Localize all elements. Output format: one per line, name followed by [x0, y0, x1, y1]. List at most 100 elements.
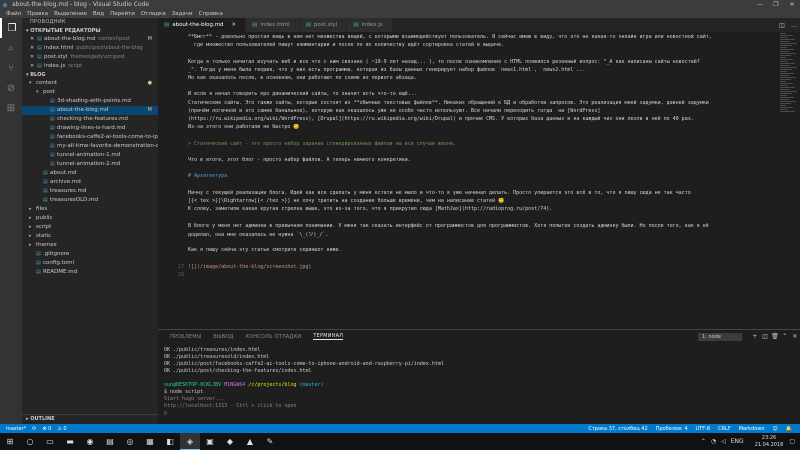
close-panel-icon[interactable]: ✕	[790, 333, 800, 340]
open-editor-item[interactable]: ✕ ▤ about-the-blog.md content\post M	[22, 35, 158, 44]
folder-item[interactable]: ▸ static	[22, 232, 158, 241]
editor-tab[interactable]: ▤ index.html	[246, 18, 300, 32]
editor-tab[interactable]: ▤ about-the-blog.md ✕	[158, 18, 247, 32]
chevron-up-icon[interactable]: ⌃	[701, 438, 706, 445]
code-line[interactable]: В блоге у меня нет админки в привычном п…	[188, 223, 778, 229]
file-item[interactable]: ▤ 3d-shading-with-points.md	[22, 97, 158, 106]
file-item[interactable]: ▤ README.md	[22, 268, 158, 277]
app-icon[interactable]: ✎	[260, 433, 280, 450]
explorer-icon[interactable]: ❐	[0, 18, 22, 38]
code-line[interactable]: Но как оказалось после, в основном, они …	[188, 75, 778, 81]
file-item[interactable]: ▤facebooks-caffe2-ai-tools-come-to-iphon…	[22, 133, 158, 142]
menu-go[interactable]: Перейти	[110, 11, 135, 17]
code-line[interactable]: (причём логичной и это самое банальное),…	[188, 108, 778, 114]
close-icon[interactable]: ✕	[30, 35, 37, 44]
close-icon[interactable]: ✕	[232, 22, 237, 28]
menu-selection[interactable]: Выделение	[54, 11, 87, 17]
code-line[interactable]: _". Тогда у меня была теория, что у них …	[188, 67, 778, 73]
volume-icon[interactable]: ◁	[721, 438, 726, 445]
source-control-icon[interactable]: ⑂	[0, 58, 22, 78]
menu-view[interactable]: Вид	[93, 11, 104, 17]
app-icon[interactable]: ◧	[160, 433, 180, 450]
folder-item[interactable]: ▾ post	[22, 88, 158, 97]
menu-tasks[interactable]: Задачи	[172, 11, 193, 17]
minimize-button[interactable]: —	[752, 1, 768, 8]
file-item[interactable]: ▤ about.md	[22, 169, 158, 178]
tab-problems[interactable]: ПРОБЛЕМЫ	[170, 334, 201, 340]
terminal-output-link[interactable]: http://localhost:1313 - Ctrl + click to …	[164, 403, 296, 409]
file-item[interactable]: ▤ drawing-lines-is-hard.md	[22, 124, 158, 133]
search-icon[interactable]: ○	[20, 433, 40, 450]
extensions-icon[interactable]: ⊞	[0, 98, 22, 118]
add-terminal-icon[interactable]: +	[750, 333, 760, 340]
code-line[interactable]: ![](/image/about-the-blog/screenshot.jpg…	[188, 264, 778, 270]
file-item[interactable]: ▤ tunnel-animation-2.md	[22, 160, 158, 169]
menu-help[interactable]: Справка	[199, 11, 223, 17]
file-item[interactable]: ▤ treasuresOLD.md	[22, 196, 158, 205]
app-icon[interactable]: ▣	[200, 433, 220, 450]
split-editor-icon[interactable]: ◫	[776, 22, 788, 29]
project-header[interactable]: ▾ BLOG	[22, 71, 158, 79]
code-line[interactable]: доделал, она мне оказалась не нужна `\_(…	[188, 231, 778, 238]
code-line[interactable]: где множество пользователей пишут коммен…	[188, 42, 778, 48]
outline-header[interactable]: ▸ OUTLINE	[22, 414, 158, 423]
notifications-icon[interactable]: 🔔	[786, 426, 792, 432]
language-mode[interactable]: Markdown	[739, 426, 765, 432]
sync-icon[interactable]: ⟳	[32, 426, 36, 432]
menu-file[interactable]: Файл	[6, 11, 21, 17]
trash-icon[interactable]: 🗑	[770, 333, 780, 340]
code-line[interactable]: (https://ru.wikipedia.org/wiki/WordPress…	[188, 116, 778, 122]
code-line[interactable]: [{< tex >}]\Rightarrow[{< /tex >}] не хо…	[188, 198, 778, 204]
warnings-count[interactable]: ⚠ 0	[57, 426, 66, 432]
network-icon[interactable]: ◔	[711, 438, 716, 445]
folder-item[interactable]: ▸ public	[22, 214, 158, 223]
menu-edit[interactable]: Правка	[27, 11, 48, 17]
maximize-button[interactable]: ❐	[768, 1, 784, 8]
code-line[interactable]: Что в итоге, этот блог - просто набор фа…	[188, 157, 778, 163]
folder-item[interactable]: ▾ content ●	[22, 79, 158, 88]
open-editor-item[interactable]: ✕ ▤ index.js script	[22, 62, 158, 71]
folder-item[interactable]: ▸ themes	[22, 241, 158, 250]
vscode-taskbar-icon[interactable]: ◈	[180, 433, 200, 450]
tab-debug-console[interactable]: КОНСОЛЬ ОТЛАДКИ	[246, 334, 302, 340]
code-line[interactable]: **Бмгг** - довольно простая вещь в нем н…	[188, 34, 778, 40]
folder-item[interactable]: ▸ files	[22, 205, 158, 214]
app-icon[interactable]: ▲	[240, 433, 260, 450]
app-icon[interactable]: ◆	[220, 433, 240, 450]
tab-terminal[interactable]: ТЕРМИНАЛ	[313, 333, 344, 340]
minimap[interactable]	[778, 32, 800, 329]
code-line[interactable]: > Статический сайт - это просто набор за…	[188, 141, 778, 147]
editor-tab[interactable]: ▤ index.js	[347, 18, 393, 32]
browser-icon[interactable]: ◉	[80, 433, 100, 450]
code-line[interactable]: И если я начал говорить про динамический…	[188, 91, 778, 97]
editor-tab[interactable]: ▤ post.styl	[299, 18, 348, 32]
folder-item[interactable]: ▸ script	[22, 223, 158, 232]
split-terminal-icon[interactable]: ◫	[760, 333, 770, 340]
tab-output[interactable]: ВЫВОД	[213, 334, 233, 340]
file-item[interactable]: ▤ config.toml	[22, 259, 158, 268]
feedback-icon[interactable]: ☺	[773, 426, 778, 432]
terminal-select[interactable]: 1: node	[698, 332, 742, 341]
debug-icon[interactable]: ⊘	[0, 78, 22, 98]
file-item[interactable]: ▤ .gitignore	[22, 250, 158, 259]
store-icon[interactable]: ▤	[100, 433, 120, 450]
open-editor-item[interactable]: ✕ ▤ index.html public\post\about-the-blog	[22, 44, 158, 53]
start-icon[interactable]: ⊞	[0, 433, 20, 450]
code-line[interactable]: Статические сайты. Это также сайты, кото…	[188, 100, 778, 106]
encoding[interactable]: UTF-8	[696, 426, 711, 432]
task-view-icon[interactable]: ▭	[40, 433, 60, 450]
file-item[interactable]: ▤ checking-the-features.md	[22, 115, 158, 124]
code-line[interactable]: Начну с текущей реализации блога. Идей к…	[188, 190, 778, 196]
chrome-icon[interactable]: ◎	[120, 433, 140, 450]
git-branch[interactable]: master*	[6, 426, 26, 432]
errors-count[interactable]: ⊗ 0	[42, 426, 51, 432]
open-editors-header[interactable]: ▾ ОТКРЫТЫЕ РЕДАКТОРЫ	[22, 27, 158, 35]
code-editor[interactable]: **Бмгг** - довольно простая вещь в нем н…	[158, 32, 800, 329]
code-line[interactable]: Из-за этого они работали не быстро 😊	[188, 124, 778, 130]
notification-center-icon[interactable]: ▢	[789, 438, 795, 445]
line-ending[interactable]: CRLF	[718, 426, 731, 432]
search-icon[interactable]: ⌕	[0, 38, 22, 58]
open-editor-item[interactable]: ✕ ▤ post.styl themes\gedy\src\post	[22, 53, 158, 62]
close-icon[interactable]: ✕	[30, 44, 37, 53]
terminal-cursor[interactable]: ▯	[164, 410, 167, 416]
